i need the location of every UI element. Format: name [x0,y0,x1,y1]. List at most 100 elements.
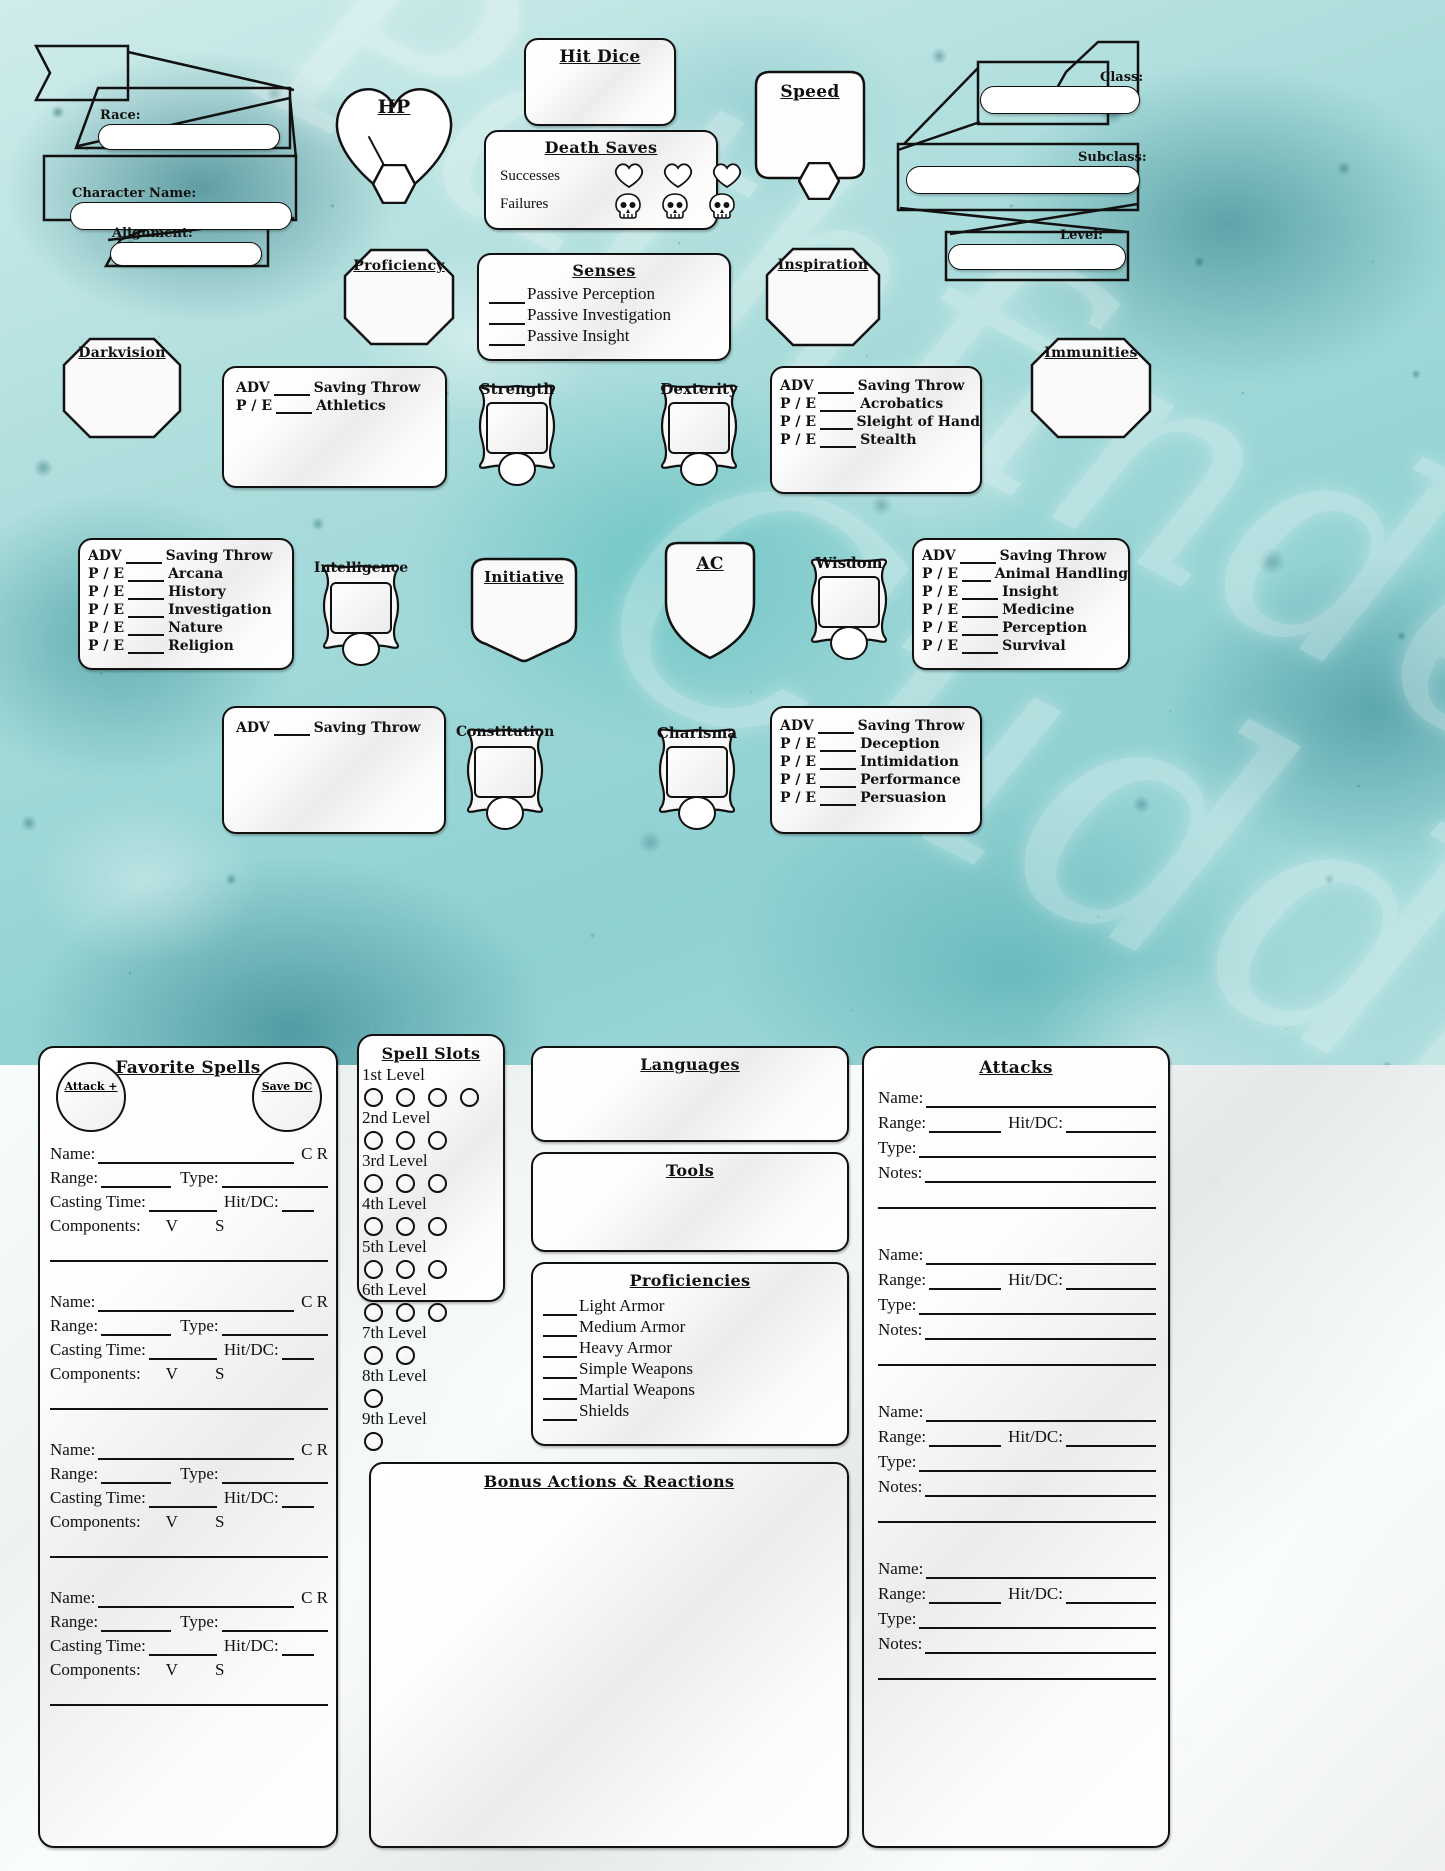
spell-component-v[interactable]: V [166,1364,178,1384]
spell-save-dc-input[interactable] [259,1095,315,1113]
death-save-failure-skull-icon[interactable] [708,192,736,225]
inspiration-input[interactable] [785,285,861,331]
spell-notes-line[interactable] [50,1384,328,1410]
attack-hit-dc-input[interactable] [1065,1432,1156,1447]
spell-component-s[interactable]: S [215,1216,224,1236]
spell-type-input[interactable] [221,1321,328,1336]
spell-slot-circle[interactable] [364,1260,383,1279]
skill-value-blank[interactable] [128,640,165,654]
spell-slot-circle[interactable] [428,1088,447,1107]
spell-cr-label[interactable]: C R [301,1144,328,1164]
skill-value-blank[interactable] [820,434,857,448]
spell-name-input[interactable] [98,1593,295,1608]
skill-value-blank[interactable] [820,738,857,752]
attack-notes-line-2[interactable] [878,1342,1156,1366]
death-save-success-heart-icon[interactable] [712,162,742,194]
skill-value-blank[interactable] [125,550,162,564]
proficiency-check-blank[interactable] [543,1322,577,1337]
spell-attack-circle[interactable]: Attack + [56,1062,126,1132]
ability-score-charisma[interactable] [666,746,728,798]
ability-score-strength[interactable] [486,402,548,454]
spell-casting-time-input[interactable] [148,1345,217,1360]
ac-input[interactable] [678,586,742,634]
spell-casting-time-input[interactable] [148,1197,217,1212]
spell-hit-dc-input[interactable] [281,1197,314,1212]
spell-slot-circle[interactable] [396,1346,415,1365]
skill-value-blank[interactable] [820,774,857,788]
spell-attack-input[interactable] [63,1095,119,1113]
spell-component-v[interactable]: V [166,1660,178,1680]
proficiency-input[interactable] [361,286,437,330]
ability-modifier-dexterity[interactable] [680,452,718,486]
alignment-input[interactable] [110,242,262,266]
sense-value-blank[interactable] [489,331,525,346]
subclass-input[interactable] [906,166,1140,194]
spell-hit-dc-input[interactable] [281,1345,314,1360]
spell-component-s[interactable]: S [215,1512,224,1532]
spell-slot-circle[interactable] [364,1131,383,1150]
sense-value-blank[interactable] [489,289,525,304]
death-saves-success-row[interactable] [614,162,742,194]
spell-slot-circle[interactable] [460,1088,479,1107]
death-save-failure-skull-icon[interactable] [614,192,642,225]
attack-range-input[interactable] [929,1118,1002,1133]
spell-notes-line[interactable] [50,1680,328,1706]
attack-notes-input[interactable] [925,1325,1156,1340]
spell-slot-circle[interactable] [428,1217,447,1236]
spell-slot-circle[interactable] [428,1260,447,1279]
skill-value-blank[interactable] [128,604,165,618]
spell-notes-line[interactable] [50,1236,328,1262]
spell-slot-circle[interactable] [396,1131,415,1150]
skill-value-blank[interactable] [962,622,999,636]
spell-name-input[interactable] [98,1297,295,1312]
skill-value-blank[interactable] [273,382,310,396]
skill-value-blank[interactable] [128,622,165,636]
languages-input[interactable] [543,1082,837,1132]
attack-hit-dc-input[interactable] [1065,1118,1156,1133]
attack-notes-input[interactable] [925,1168,1156,1183]
attack-range-input[interactable] [929,1275,1002,1290]
death-save-success-heart-icon[interactable] [614,162,644,194]
death-saves-failure-row[interactable] [614,192,736,225]
proficiency-check-blank[interactable] [543,1364,577,1379]
attack-notes-line-2[interactable] [878,1185,1156,1209]
attack-range-input[interactable] [929,1589,1002,1604]
spell-cr-label[interactable]: C R [301,1292,328,1312]
skill-value-blank[interactable] [962,604,999,618]
attack-hit-dc-input[interactable] [1065,1589,1156,1604]
attack-type-input[interactable] [919,1143,1156,1158]
skill-value-blank[interactable] [817,380,854,394]
attack-name-input[interactable] [926,1093,1156,1108]
skill-value-blank[interactable] [820,792,857,806]
class-input[interactable] [980,86,1140,114]
skill-value-blank[interactable] [959,550,996,564]
spell-slot-circle[interactable] [364,1217,383,1236]
spell-notes-line[interactable] [50,1532,328,1558]
bonus-actions-input[interactable] [383,1502,837,1836]
spell-slot-circle[interactable] [364,1174,383,1193]
attack-notes-line-2[interactable] [878,1499,1156,1523]
spell-name-input[interactable] [98,1445,295,1460]
attack-name-input[interactable] [926,1564,1156,1579]
spell-slot-circle[interactable] [364,1432,383,1451]
spell-range-input[interactable] [101,1173,172,1188]
ability-score-wisdom[interactable] [818,576,880,628]
ability-score-intelligence[interactable] [330,582,392,634]
ability-score-dexterity[interactable] [668,402,730,454]
spell-slot-circle[interactable] [396,1174,415,1193]
spell-cr-label[interactable]: C R [301,1440,328,1460]
ability-modifier-intelligence[interactable] [342,632,380,666]
race-input[interactable] [98,124,280,150]
sense-value-blank[interactable] [489,310,525,325]
spell-slot-circle[interactable] [396,1260,415,1279]
attack-type-input[interactable] [919,1300,1156,1315]
spell-slot-circle[interactable] [396,1217,415,1236]
attack-type-input[interactable] [919,1614,1156,1629]
hit-dice-input[interactable] [536,76,666,116]
level-input[interactable] [948,244,1126,270]
spell-hit-dc-input[interactable] [281,1493,314,1508]
skill-value-blank[interactable] [820,398,857,412]
spell-cr-label[interactable]: C R [301,1588,328,1608]
tools-input[interactable] [543,1188,837,1242]
hp-max-input[interactable] [399,142,433,164]
